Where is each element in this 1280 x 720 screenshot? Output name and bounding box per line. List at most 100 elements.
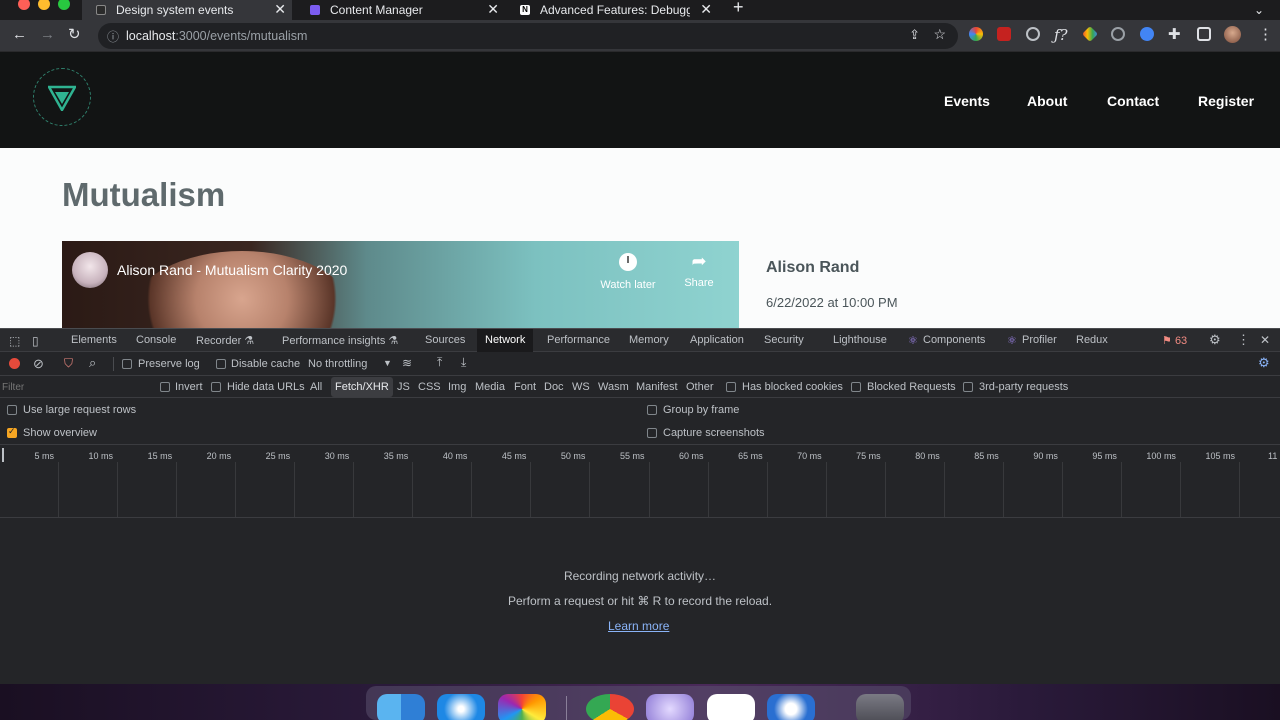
photos-icon[interactable] [498, 694, 546, 720]
devtools-tab-network[interactable]: Network [477, 329, 534, 352]
profile-avatar[interactable] [1224, 26, 1241, 43]
trash-icon[interactable] [856, 694, 904, 720]
type-filter-fetch-xhr[interactable]: Fetch/XHR [331, 377, 393, 397]
type-filter-other[interactable]: Other [686, 381, 714, 393]
puzzle-icon[interactable]: ✚ [1168, 26, 1181, 44]
nav-events[interactable]: Events [944, 93, 990, 109]
devtools-tab-sources[interactable]: Sources [425, 334, 465, 346]
finder-icon[interactable] [377, 694, 425, 720]
type-filter-js[interactable]: JS [397, 381, 410, 393]
share-button[interactable]: ➦ Share [676, 251, 722, 289]
invert-checkbox[interactable] [160, 382, 170, 392]
show-overview-checkbox[interactable] [7, 426, 17, 438]
extension-icon[interactable] [1111, 27, 1125, 41]
vscode-icon[interactable] [707, 694, 755, 720]
extension-icon[interactable] [969, 27, 983, 41]
devtools-tab-components[interactable]: Components [923, 334, 985, 346]
extension-icon[interactable] [997, 27, 1011, 41]
app-icon[interactable] [767, 694, 815, 720]
capture-screenshots-checkbox[interactable] [647, 428, 657, 438]
type-filter-css[interactable]: CSS [418, 381, 441, 393]
inspect-element-icon[interactable]: ⬚ [9, 334, 20, 348]
close-window-button[interactable] [18, 0, 30, 10]
type-filter-all[interactable]: All [310, 381, 322, 393]
type-filter-font[interactable]: Font [514, 381, 536, 393]
devtools-tab-security[interactable]: Security [764, 334, 804, 346]
dropdown-arrow-icon[interactable]: ▼ [383, 358, 392, 368]
more-menu-icon[interactable]: ⋮ [1258, 26, 1273, 44]
export-har-icon[interactable]: ⤓ [461, 355, 466, 370]
url-text[interactable]: localhost:3000/events/mutualism [126, 29, 307, 43]
browser-tab-content-manager[interactable]: Content Manager ✕ [300, 0, 505, 20]
zoom-window-button[interactable] [58, 0, 70, 10]
large-rows-checkbox[interactable] [7, 405, 17, 415]
back-arrow-icon[interactable]: ← [12, 26, 27, 44]
blocked-requests-checkbox[interactable] [851, 382, 861, 392]
forward-arrow-icon[interactable]: → [40, 26, 55, 44]
close-devtools-icon[interactable]: ✕ [1260, 333, 1270, 347]
devtools-more-icon[interactable]: ⋮ [1237, 332, 1250, 348]
nav-register[interactable]: Register [1198, 93, 1254, 109]
extension-icon[interactable] [1140, 27, 1154, 41]
import-har-icon[interactable]: ⤒ [437, 355, 442, 370]
throttling-select[interactable]: No throttling [308, 358, 367, 370]
info-icon[interactable]: ⓘ [107, 28, 119, 45]
nav-about[interactable]: About [1027, 93, 1067, 109]
extension-icon[interactable]: ƒ? [1054, 26, 1068, 44]
devtools-tab-redux[interactable]: Redux [1076, 334, 1108, 346]
devtools-tab-performance-insights[interactable]: Performance insights ⚗ [282, 334, 398, 347]
extension-icon[interactable] [1026, 27, 1040, 41]
search-icon[interactable]: ⌕ [89, 355, 96, 371]
bookmark-star-icon[interactable]: ☆ [933, 26, 946, 43]
devtools-tab-memory[interactable]: Memory [629, 334, 669, 346]
new-tab-icon[interactable]: + [733, 0, 744, 17]
filter-input[interactable] [2, 379, 152, 395]
channel-avatar[interactable] [72, 252, 108, 288]
app-icon[interactable] [646, 694, 694, 720]
third-party-checkbox[interactable] [963, 382, 973, 392]
browser-tab-advanced-features[interactable]: N Advanced Features: Debugging ✕ [512, 0, 718, 20]
network-conditions-icon[interactable]: ≋ [402, 356, 412, 370]
share-icon[interactable]: ⇪ [909, 27, 920, 43]
disable-cache-checkbox[interactable] [216, 359, 226, 369]
devtools-tab-elements[interactable]: Elements [71, 334, 117, 346]
devtools-tab-application[interactable]: Application [690, 334, 744, 346]
settings-gear-icon[interactable]: ⚙ [1209, 332, 1221, 348]
devtools-tab-performance[interactable]: Performance [547, 334, 610, 346]
chevron-down-icon[interactable]: ⌄ [1254, 0, 1264, 20]
preserve-log-checkbox[interactable] [122, 359, 132, 369]
learn-more-link[interactable]: Learn more [608, 619, 669, 633]
type-filter-manifest[interactable]: Manifest [636, 381, 678, 393]
issues-badge[interactable]: ⚑ 63 [1162, 334, 1187, 347]
network-settings-icon[interactable]: ⚙ [1258, 355, 1270, 371]
video-title[interactable]: Alison Rand - Mutualism Clarity 2020 [117, 262, 347, 278]
site-logo[interactable] [33, 68, 91, 126]
sidebar-icon[interactable] [1197, 27, 1211, 41]
blocked-cookies-checkbox[interactable] [726, 382, 736, 392]
close-tab-icon[interactable]: ✕ [487, 1, 499, 18]
safari-icon[interactable] [437, 694, 485, 720]
reload-icon[interactable]: ↻ [68, 26, 81, 44]
record-button[interactable] [9, 358, 20, 369]
type-filter-media[interactable]: Media [475, 381, 505, 393]
close-tab-icon[interactable]: ✕ [700, 1, 712, 18]
omnibox[interactable]: ⓘ localhost:3000/events/mutualism ⇪ ☆ [98, 23, 958, 49]
group-by-frame-checkbox[interactable] [647, 405, 657, 415]
type-filter-img[interactable]: Img [448, 381, 466, 393]
devtools-tab-profiler[interactable]: Profiler [1022, 334, 1057, 346]
type-filter-wasm[interactable]: Wasm [598, 381, 629, 393]
devtools-tab-lighthouse[interactable]: Lighthouse [833, 334, 887, 346]
browser-tab-design-system[interactable]: Design system events ✕ [82, 0, 292, 20]
video-player[interactable]: Alison Rand - Mutualism Clarity 2020 Wat… [62, 241, 739, 328]
hide-data-urls-checkbox[interactable] [211, 382, 221, 392]
device-toolbar-icon[interactable]: ▯ [32, 334, 39, 348]
watch-later-button[interactable]: Watch later [594, 253, 662, 291]
chrome-icon[interactable] [586, 694, 634, 720]
minimize-window-button[interactable] [38, 0, 50, 10]
close-tab-icon[interactable]: ✕ [274, 1, 286, 18]
nav-contact[interactable]: Contact [1107, 93, 1159, 109]
clear-icon[interactable]: ⊘ [33, 356, 44, 372]
type-filter-ws[interactable]: WS [572, 381, 590, 393]
type-filter-doc[interactable]: Doc [544, 381, 564, 393]
devtools-tab-recorder[interactable]: Recorder ⚗ [196, 334, 254, 347]
